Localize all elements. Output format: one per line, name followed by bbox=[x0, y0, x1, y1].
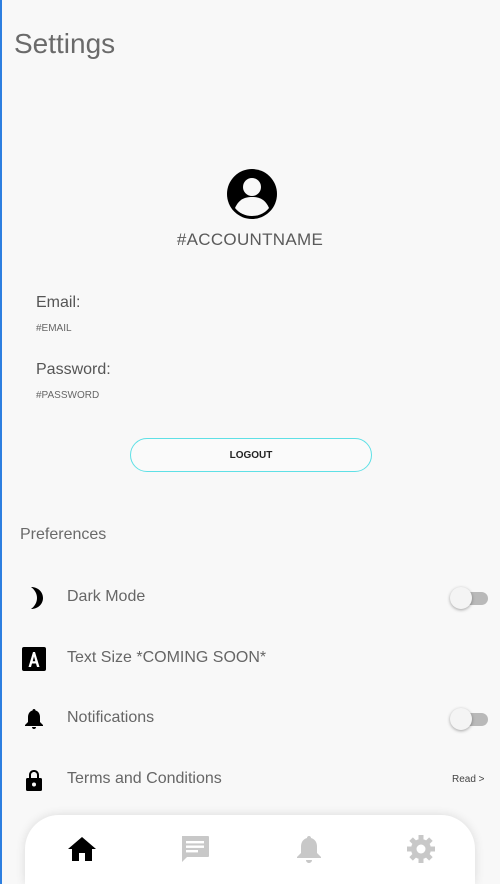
email-value: #EMAIL bbox=[36, 323, 72, 334]
text-size-row: Text Size *COMING SOON* bbox=[0, 639, 500, 679]
bell-icon[interactable] bbox=[293, 833, 325, 865]
account-circle-icon bbox=[227, 169, 277, 219]
notifications-row: Notifications bbox=[0, 699, 500, 739]
dark-mode-label: Dark Mode bbox=[67, 588, 146, 605]
gear-icon[interactable] bbox=[405, 833, 437, 865]
terms-label: Terms and Conditions bbox=[67, 770, 222, 787]
terms-row: Terms and Conditions Read > bbox=[0, 760, 500, 800]
account-name: #ACCOUNTNAME bbox=[176, 230, 324, 249]
toggle-knob bbox=[450, 587, 472, 609]
toggle-knob bbox=[450, 708, 472, 730]
chat-icon[interactable] bbox=[179, 833, 211, 865]
dark-mode-row: Dark Mode bbox=[0, 578, 500, 618]
text-size-icon bbox=[22, 647, 46, 671]
preferences-heading: Preferences bbox=[20, 526, 107, 543]
notifications-toggle[interactable] bbox=[450, 707, 488, 731]
terms-read-link[interactable]: Read > bbox=[452, 774, 485, 785]
dark-mode-toggle[interactable] bbox=[450, 586, 488, 610]
notifications-label: Notifications bbox=[67, 709, 155, 726]
password-label: Password: bbox=[36, 361, 111, 378]
bell-icon bbox=[25, 709, 43, 729]
lock-icon bbox=[26, 770, 42, 791]
bottom-nav-bar bbox=[25, 815, 475, 884]
password-value: #PASSWORD bbox=[36, 390, 100, 401]
email-label: Email: bbox=[36, 294, 81, 311]
window-edge bbox=[0, 0, 2, 884]
home-icon[interactable] bbox=[66, 833, 98, 865]
logout-button[interactable]: LOGOUT bbox=[130, 438, 372, 472]
text-size-label: Text Size *COMING SOON* bbox=[67, 649, 267, 666]
moon-icon bbox=[31, 587, 43, 609]
page-title: Settings bbox=[14, 28, 116, 59]
